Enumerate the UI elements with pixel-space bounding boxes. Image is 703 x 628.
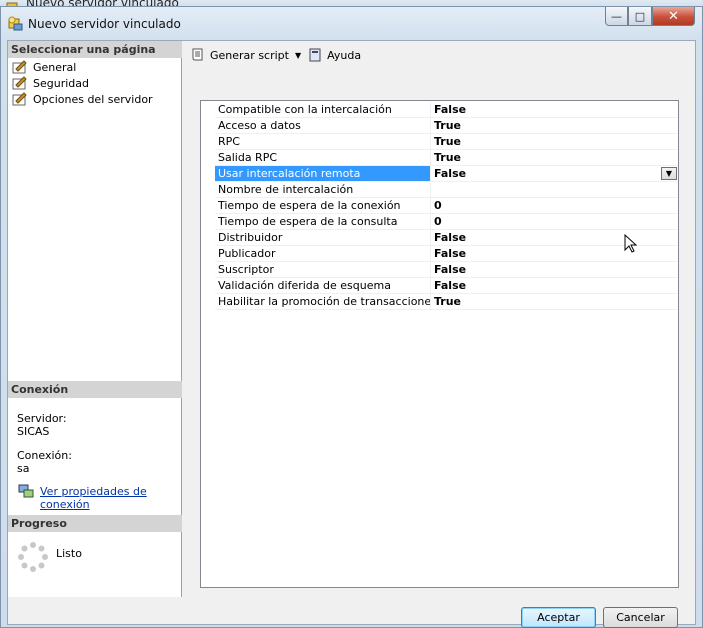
page-wrench-icon (12, 92, 27, 106)
server-label: Servidor: (17, 412, 67, 425)
dialog-client-area: Seleccionar una página General Seguridad… (7, 40, 696, 628)
property-row[interactable]: Validación diferida de esquema False (201, 278, 678, 294)
page-wrench-icon (12, 76, 27, 90)
left-pane: Seleccionar una página General Seguridad… (8, 41, 182, 597)
view-connection-properties-link[interactable]: Ver propiedades de conexión (40, 485, 150, 511)
property-row[interactable]: Distribuidor False (201, 230, 678, 246)
ok-button[interactable]: Aceptar (521, 607, 596, 628)
server-value: SICAS (17, 425, 50, 438)
property-row-selected[interactable]: Usar intercalación remota False ▼ (201, 166, 678, 182)
property-row[interactable]: Nombre de intercalación (201, 182, 678, 198)
titlebar[interactable]: Nuevo servidor vinculado — □ ✕ (1, 7, 702, 37)
generate-script-label: Generar script (210, 48, 289, 62)
property-name: RPC (215, 134, 431, 150)
property-name: Salida RPC (215, 150, 431, 166)
property-value: False (434, 167, 467, 180)
help-label: Ayuda (327, 48, 362, 62)
linked-server-icon (8, 16, 23, 31)
nav-item-server-options[interactable]: Opciones del servidor (12, 91, 153, 107)
property-row[interactable]: Habilitar la promoción de transacciones … (201, 294, 678, 310)
property-row[interactable]: RPC True (201, 134, 678, 150)
nav-item-label: General (33, 60, 77, 74)
dropdown-button[interactable]: ▼ (661, 167, 677, 180)
nav-item-general[interactable]: General (12, 59, 76, 75)
property-value[interactable]: False (431, 102, 678, 118)
property-row[interactable]: Tiempo de espera de la consulta 0 (201, 214, 678, 230)
linked-server-dialog: Nuevo servidor vinculado — □ ✕ Seleccion… (0, 6, 703, 628)
script-icon (192, 48, 203, 61)
property-name: Acceso a datos (215, 118, 431, 134)
chevron-down-icon: ▼ (665, 169, 673, 178)
maximize-icon: □ (634, 9, 646, 23)
property-grid[interactable]: Compatible con la intercalación False Ac… (200, 100, 679, 588)
nav-item-security[interactable]: Seguridad (12, 75, 89, 91)
property-value[interactable]: False (431, 246, 678, 262)
close-button[interactable]: ✕ (652, 7, 695, 26)
property-row[interactable]: Tiempo de espera de la conexión 0 (201, 198, 678, 214)
property-value-dropdown[interactable]: False ▼ (431, 166, 678, 182)
property-row[interactable]: Publicador False (201, 246, 678, 262)
property-value[interactable]: True (431, 134, 678, 150)
help-button[interactable]: Ayuda (307, 47, 361, 63)
page-wrench-icon (12, 60, 27, 74)
minimize-button[interactable]: — (605, 7, 628, 26)
window-title: Nuevo servidor vinculado (28, 17, 181, 31)
property-value[interactable]: True (431, 150, 678, 166)
connection-header: Conexión (8, 381, 182, 398)
nav-item-label: Seguridad (33, 76, 89, 90)
property-value[interactable]: True (431, 118, 678, 134)
minimize-icon: — (611, 9, 622, 23)
property-value[interactable]: 0 (431, 214, 678, 230)
help-book-icon (309, 48, 321, 62)
chevron-down-icon[interactable]: ▼ (295, 51, 301, 60)
property-value[interactable]: 0 (431, 198, 678, 214)
property-name: Suscriptor (215, 262, 431, 278)
connection-value: sa (17, 462, 30, 475)
property-name: Nombre de intercalación (215, 182, 431, 198)
property-name: Compatible con la intercalación (215, 102, 431, 118)
property-name: Usar intercalación remota (215, 166, 431, 182)
mouse-pointer-icon (624, 234, 638, 253)
progress-spinner-icon (18, 542, 48, 572)
property-name: Tiempo de espera de la conexión (215, 198, 431, 214)
property-row[interactable]: Suscriptor False (201, 262, 678, 278)
property-row[interactable]: Acceso a datos True (201, 118, 678, 134)
property-name: Validación diferida de esquema (215, 278, 431, 294)
cancel-button[interactable]: Cancelar (603, 607, 678, 628)
property-value[interactable]: True (431, 294, 678, 310)
toolbar: Generar script ▼ Ayuda (184, 41, 696, 69)
generate-script-button[interactable]: Generar script (190, 47, 289, 63)
progress-status: Listo (56, 547, 82, 560)
nav-item-label: Opciones del servidor (33, 92, 153, 106)
connection-properties-icon (18, 484, 34, 498)
property-value[interactable]: False (431, 278, 678, 294)
property-row[interactable]: Compatible con la intercalación False (201, 102, 678, 118)
property-value[interactable] (431, 182, 678, 198)
property-value[interactable]: False (431, 262, 678, 278)
close-icon: ✕ (668, 8, 679, 24)
property-value[interactable]: False (431, 230, 678, 246)
progress-header: Progreso (8, 515, 182, 532)
property-name: Distribuidor (215, 230, 431, 246)
connection-label: Conexión: (17, 449, 72, 462)
property-row[interactable]: Salida RPC True (201, 150, 678, 166)
property-name: Tiempo de espera de la consulta (215, 214, 431, 230)
select-page-header: Seleccionar una página (8, 41, 182, 58)
property-name: Publicador (215, 246, 431, 262)
maximize-button[interactable]: □ (628, 7, 652, 26)
property-name: Habilitar la promoción de transacciones … (215, 294, 431, 310)
